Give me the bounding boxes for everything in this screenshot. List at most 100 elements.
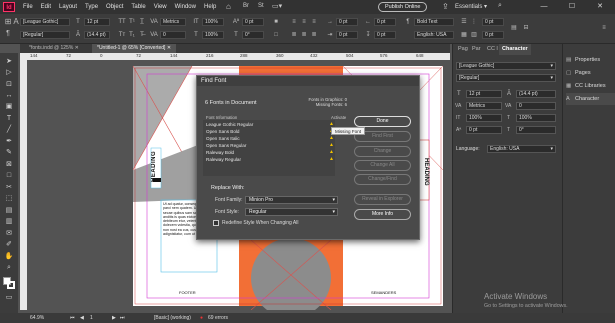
tab-fonts-indd[interactable]: *fonts.indd @ 125% ✕ [24,44,84,53]
scissors-tool-icon[interactable]: ✂ [4,183,14,192]
stroke-swatch-icon[interactable] [7,281,15,289]
horizontal-scale-field[interactable]: 100% [202,31,224,39]
change-all-button[interactable]: Change All [354,160,411,171]
pen-tool-icon[interactable]: ✒ [4,137,14,146]
last-page-icon[interactable]: ⏭ [120,315,125,321]
reveal-in-explorer-button[interactable]: Reveal in Explorer [354,194,411,205]
menu-layout[interactable]: Layout [55,0,81,14]
menu-type[interactable]: Type [81,0,102,14]
paragraph-mode-icon[interactable]: ¶ [4,30,12,38]
font-row[interactable]: Raleway Regular [206,157,241,162]
columns-icon[interactable]: ▥ [470,31,478,39]
skew-field[interactable]: 0° [242,31,264,39]
dock-properties[interactable]: ▤ Properties [566,54,615,66]
dock-character[interactable]: A Character [566,93,615,105]
free-transform-tool-icon[interactable]: ⬚ [4,194,14,203]
font-row[interactable]: Open Sans Bold [206,129,239,134]
justify-all-icon[interactable]: ≣ [310,31,318,39]
pencil-tool-icon[interactable]: ✎ [4,148,14,157]
gradient-feather-tool-icon[interactable]: ▥ [4,217,14,226]
zoom-tool-icon[interactable]: ⌕ [4,263,14,272]
menu-file[interactable]: File [19,0,37,14]
small-caps-icon[interactable]: Tᴛ [118,31,126,39]
language-select[interactable]: English: USA ▾ [487,145,556,153]
menu-edit[interactable]: Edit [37,0,55,14]
font-row[interactable]: Open Sans Regular [206,143,246,148]
next-page-icon[interactable]: ▶ [112,315,116,321]
change-button[interactable]: Change [354,146,411,157]
hand-tool-icon[interactable]: ✋ [4,252,14,261]
left-indent-field[interactable]: 0 pt [336,18,358,26]
numbered-list-icon[interactable]: ⋮ [470,18,478,26]
baseline-shift-field[interactable]: 0 pt [466,126,502,134]
leading-field[interactable]: (14.4 pt) [84,31,110,39]
space-before-field[interactable]: 0 pt [374,31,396,39]
tab-paragraph[interactable]: Par [469,44,484,55]
prev-page-icon[interactable]: ◀ [80,315,84,321]
font-family-select[interactable]: Minion Pro ▾ [245,196,338,204]
drop-cap-field[interactable]: 0 pt [482,18,504,26]
kerning-field[interactable]: Metrics [466,102,502,110]
zoom-dropdown-icon[interactable]: ▭▾ [272,2,282,10]
font-family-field[interactable]: [League Gothic] ▾ [456,62,556,70]
language-field[interactable]: English: USA [414,31,454,39]
skew-field[interactable]: 0° [516,126,556,134]
gap-tool-icon[interactable]: ↔ [4,91,14,100]
note-tool-icon[interactable]: ✉ [4,229,14,238]
font-size-field[interactable]: 12 pt [84,18,110,26]
rectangle-tool-icon[interactable]: □ [4,171,14,180]
stock-icon[interactable]: St [258,3,264,9]
search-icon[interactable]: ⌕ [498,2,520,12]
vertical-scale-field[interactable]: 100% [466,114,502,122]
view-mode-icon[interactable]: ▭ [4,293,14,302]
justify-left-icon[interactable]: ≣ [290,31,298,39]
menu-object[interactable]: Object [102,0,127,14]
baseline-shift-field[interactable]: 0 pt [242,18,264,26]
align-center-icon[interactable]: ≡ [300,18,308,26]
zoom-level[interactable]: 64.9% [30,315,44,321]
paragraph-style-field[interactable]: Bold Text [414,18,454,26]
share-icon[interactable]: ⇪ [442,2,449,11]
font-row[interactable]: Raleway Bold [206,150,234,155]
hyphenate-icon[interactable]: ⊟ [522,24,530,32]
tab-character[interactable]: Character [499,44,531,55]
preflight-errors[interactable]: 69 errors [208,315,228,321]
type-tool-icon[interactable]: T [4,114,14,123]
eyedropper-tool-icon[interactable]: ✐ [4,240,14,249]
first-page-icon[interactable]: ⏮ [70,315,75,321]
publish-online-button[interactable]: Publish Online [378,2,428,12]
panel-menu-icon[interactable]: ≡ [600,24,608,32]
selection-icon[interactable]: ⊞ [4,18,12,26]
first-indent-field[interactable]: 0 pt [336,31,358,39]
tab-untitled-1[interactable]: *Untitled-1 @ 65% [Converted] ✕ [92,44,177,53]
direct-selection-tool-icon[interactable]: ▷ [4,68,14,77]
justify-center-icon[interactable]: ≣ [300,31,308,39]
close-button[interactable]: ✕ [586,0,614,14]
horizontal-scale-field[interactable]: 100% [516,114,556,122]
master-status[interactable]: [Basic] (working) [154,315,191,321]
page-number[interactable]: 1 [90,315,93,321]
span-columns-icon[interactable]: ▤ [510,24,518,32]
font-style-select[interactable]: Regular ▾ [245,208,338,216]
strikethrough-icon[interactable]: T̶ [138,31,146,39]
redefine-style-checkbox[interactable] [213,220,219,226]
gradient-tool-icon[interactable]: ▤ [4,206,14,215]
change-find-button[interactable]: Change/Find [354,174,411,185]
font-style-field[interactable]: [Regular] [20,31,70,39]
dock-cc-libraries[interactable]: ▦ CC Libraries [566,80,615,92]
selection-tool-icon[interactable]: ➤ [4,57,14,66]
dock-pages[interactable]: ▢ Pages [566,67,615,79]
content-collector-icon[interactable]: ▣ [4,102,14,111]
line-tool-icon[interactable]: ╱ [4,125,14,134]
done-button[interactable]: Done [354,116,411,127]
bridge-icon[interactable]: Br [243,3,249,9]
tracking-field[interactable]: 0 [160,31,186,39]
font-family-field[interactable]: [League Gothic] [20,18,70,26]
font-row[interactable]: League Gothic Regular [206,122,253,127]
grid-align-icon[interactable]: ▦ [460,31,468,39]
list-icon[interactable]: ☰ [460,18,468,26]
minimize-button[interactable]: — [530,0,558,14]
menu-view[interactable]: View [150,0,171,14]
underline-icon[interactable]: T̲ [138,18,146,26]
workspace-switcher[interactable]: Essentials ▾ [455,3,487,10]
